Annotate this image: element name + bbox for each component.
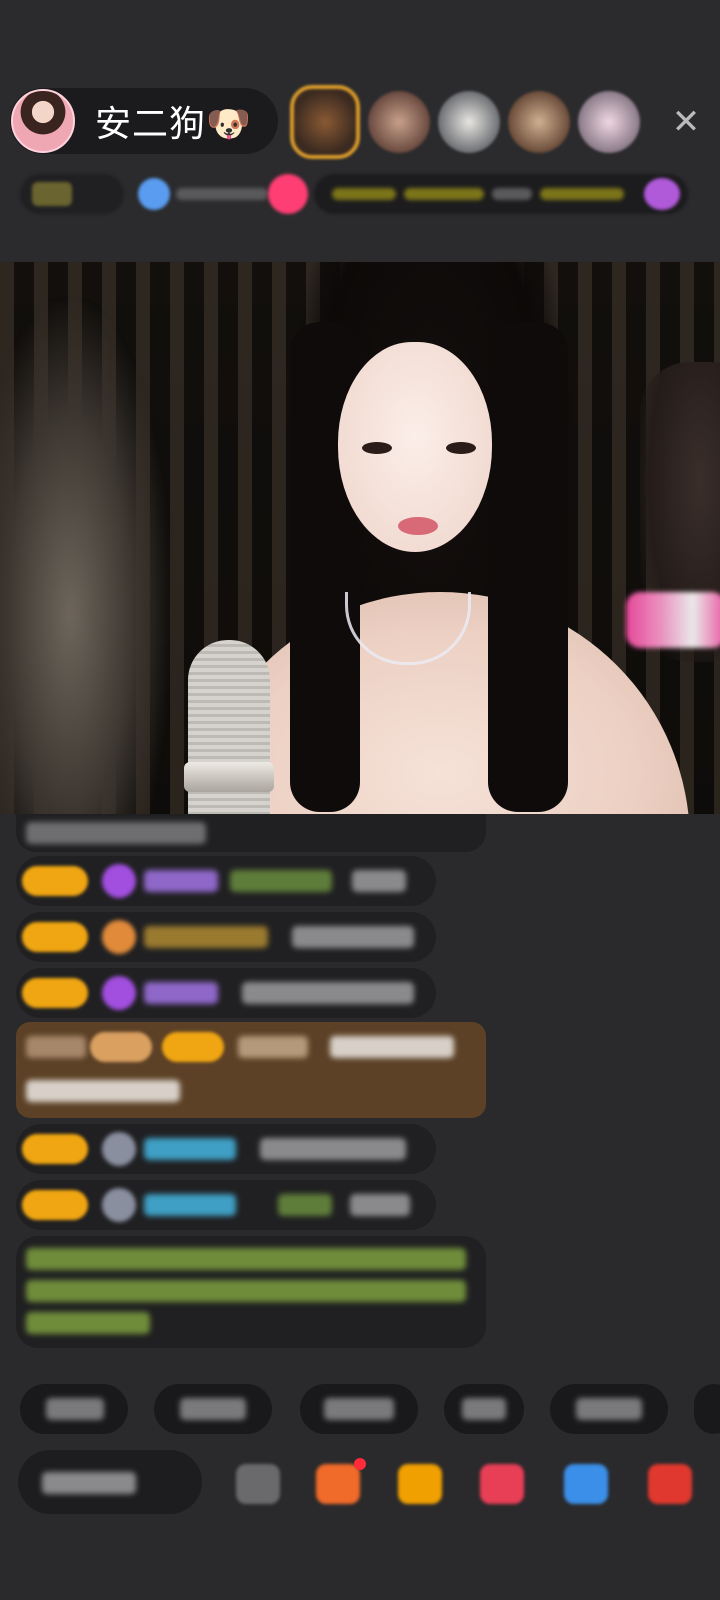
gem-icon xyxy=(102,976,136,1010)
live-video[interactable] xyxy=(0,262,720,814)
comment-input[interactable] xyxy=(18,1450,202,1514)
chip-text xyxy=(462,1398,506,1420)
viewer-avatar[interactable] xyxy=(290,85,360,159)
chip-text xyxy=(576,1398,642,1420)
close-icon[interactable]: ✕ xyxy=(666,102,706,142)
viewer-avatar[interactable] xyxy=(508,91,570,153)
game-icon[interactable] xyxy=(564,1464,608,1504)
popularity-icon xyxy=(138,178,170,210)
avatar-icon xyxy=(102,1188,136,1222)
level-badge xyxy=(22,866,88,896)
christmas-tree-decoration xyxy=(0,302,170,814)
message-text xyxy=(26,1080,180,1102)
comment-placeholder xyxy=(42,1472,136,1494)
viewer-avatar[interactable] xyxy=(368,91,430,153)
quick-reply-chip[interactable] xyxy=(154,1384,272,1434)
chat-message xyxy=(16,1124,436,1174)
neon-sign-decoration xyxy=(626,592,720,648)
gem-icon xyxy=(102,864,136,898)
notice-text xyxy=(26,1312,150,1334)
rank-text xyxy=(26,1036,86,1058)
message-text xyxy=(350,1194,410,1216)
highlight-message xyxy=(16,1022,486,1118)
gift-box-icon[interactable] xyxy=(398,1464,442,1504)
notice-message xyxy=(16,1236,486,1348)
host-avatar[interactable] xyxy=(11,89,75,153)
message-text xyxy=(292,926,414,948)
chat-message xyxy=(16,814,486,852)
host-info-pill[interactable]: 安二狗🐶 xyxy=(10,88,278,154)
chat-message xyxy=(16,1180,436,1230)
shopping-icon[interactable] xyxy=(316,1464,360,1504)
notice-text xyxy=(26,1280,466,1302)
more-icon[interactable] xyxy=(648,1464,692,1504)
username[interactable] xyxy=(144,982,218,1004)
quick-reply-chip[interactable] xyxy=(300,1384,418,1434)
promo-text-1 xyxy=(332,188,396,200)
popularity-text xyxy=(176,188,268,200)
emoji-icon[interactable] xyxy=(236,1464,280,1504)
message-text xyxy=(352,870,406,892)
quick-reply-chip[interactable] xyxy=(444,1384,524,1434)
viewer-avatar-list xyxy=(290,84,640,160)
notification-dot xyxy=(354,1458,366,1470)
microphone-ring xyxy=(184,762,274,792)
chip-text xyxy=(324,1398,394,1420)
heart-icon[interactable] xyxy=(480,1464,524,1504)
promo-text-3 xyxy=(492,188,532,200)
message-text xyxy=(278,1194,332,1216)
live-badge-icon[interactable] xyxy=(268,174,308,214)
streamer-lips xyxy=(398,517,438,535)
chat-message xyxy=(16,856,436,906)
streamer-eye-right xyxy=(446,442,476,454)
top-bar: 安二狗🐶 ✕ xyxy=(0,0,720,262)
level-badge xyxy=(22,1134,88,1164)
viewer-avatar[interactable] xyxy=(438,91,500,153)
level-badge xyxy=(22,978,88,1008)
host-name: 安二狗🐶 xyxy=(95,104,252,145)
message-text xyxy=(230,870,332,892)
chat-message xyxy=(16,968,436,1018)
username[interactable] xyxy=(144,1194,236,1216)
fan-icon xyxy=(102,920,136,954)
username[interactable] xyxy=(144,926,268,948)
username[interactable] xyxy=(238,1036,308,1058)
message-text xyxy=(242,982,414,1004)
streamer-hair-right xyxy=(488,322,568,812)
level-badge xyxy=(22,922,88,952)
quick-reply-row xyxy=(18,1384,720,1444)
chip-text xyxy=(180,1398,246,1420)
promo-text-4 xyxy=(540,188,624,200)
quick-reply-chip[interactable] xyxy=(20,1384,128,1434)
promo-text-2 xyxy=(404,188,484,200)
streamer-eye-left xyxy=(362,442,392,454)
message-text xyxy=(330,1036,454,1058)
rank-icon xyxy=(32,182,72,206)
vip-badge xyxy=(90,1032,152,1062)
gift-icon[interactable] xyxy=(644,178,680,210)
chat-message xyxy=(16,912,436,962)
stream-info-row xyxy=(14,172,706,216)
username[interactable] xyxy=(144,1138,236,1160)
avatar-icon xyxy=(102,1132,136,1166)
level-badge xyxy=(22,1190,88,1220)
notice-text xyxy=(26,1248,466,1270)
message-text xyxy=(260,1138,406,1160)
level-badge xyxy=(162,1032,224,1062)
message-text xyxy=(26,822,206,844)
quick-reply-chip[interactable] xyxy=(550,1384,668,1434)
bottom-bar xyxy=(0,1450,720,1534)
viewer-avatar[interactable] xyxy=(578,91,640,153)
username[interactable] xyxy=(144,870,218,892)
chip-text xyxy=(46,1398,104,1420)
quick-reply-chip[interactable] xyxy=(694,1384,720,1434)
